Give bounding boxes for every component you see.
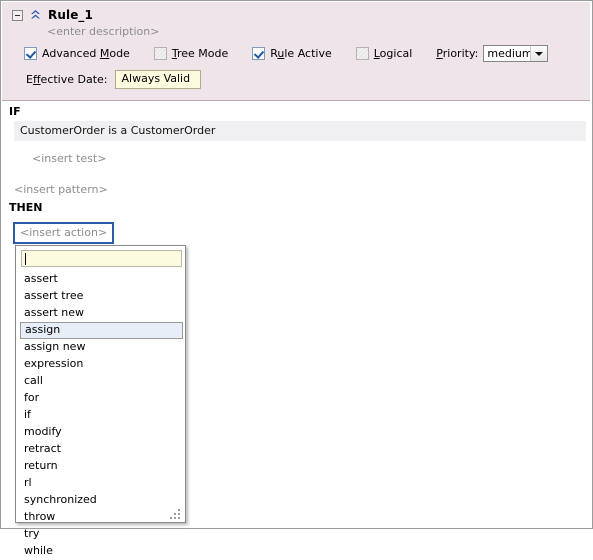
action-option-assert-tree[interactable]: assert tree xyxy=(20,288,183,305)
action-option-return[interactable]: return xyxy=(20,458,183,475)
action-option-assert[interactable]: assert xyxy=(20,271,183,288)
action-search-input[interactable] xyxy=(21,250,182,267)
action-option-retract[interactable]: retract xyxy=(20,441,183,458)
priority-control: Priority: medium xyxy=(436,45,549,62)
pattern-row[interactable]: CustomerOrder is a CustomerOrder xyxy=(14,121,586,141)
action-option-while[interactable]: while xyxy=(20,543,183,560)
rule-title-row: Rule_1 xyxy=(12,8,93,22)
collapse-minus-icon[interactable] xyxy=(12,9,23,21)
advanced-mode-label: Advanced Mode xyxy=(42,47,130,60)
action-option-if[interactable]: if xyxy=(20,407,183,424)
insert-action-field[interactable]: <insert action> xyxy=(13,222,115,244)
effective-date-row: Effective Date: Always Valid xyxy=(26,70,201,89)
action-option-rl[interactable]: rl xyxy=(20,475,183,492)
action-option-assert-new[interactable]: assert new xyxy=(20,305,183,322)
rule-description[interactable]: <enter description> xyxy=(47,25,159,38)
action-option-modify[interactable]: modify xyxy=(20,424,183,441)
action-option-synchronized[interactable]: synchronized xyxy=(20,492,183,509)
checkbox-rule-active[interactable]: Rule Active xyxy=(252,47,332,60)
advanced-mode-checkbox-box[interactable] xyxy=(24,47,37,60)
priority-label: Priority: xyxy=(436,47,479,60)
then-keyword: THEN xyxy=(9,201,43,214)
chevron-down-icon[interactable] xyxy=(530,46,548,61)
insert-test-link[interactable]: <insert test> xyxy=(32,152,106,165)
action-option-assign-new[interactable]: assign new xyxy=(20,339,183,356)
chevron-double-up-icon[interactable] xyxy=(29,9,42,21)
priority-dropdown[interactable]: medium xyxy=(483,45,549,62)
rule-name[interactable]: Rule_1 xyxy=(48,8,93,22)
rule-options-row: Advanced Mode Tree Mode Rule Active Logi… xyxy=(24,45,549,62)
tree-mode-label: Tree Mode xyxy=(171,47,229,60)
action-option-call[interactable]: call xyxy=(20,373,183,390)
rule-active-checkbox-box[interactable] xyxy=(252,47,266,60)
resize-grip-icon[interactable] xyxy=(170,507,182,519)
rule-header-panel: Rule_1 <enter description> Advanced Mode… xyxy=(2,2,590,101)
effective-date-label: Effective Date: xyxy=(26,73,108,86)
action-options-list[interactable]: assert assert tree assert new assign assign … xyxy=(20,271,183,557)
if-keyword: IF xyxy=(9,105,21,118)
logical-label: Logical xyxy=(373,47,413,60)
priority-value: medium xyxy=(487,47,531,60)
insert-pattern-link[interactable]: <insert pattern> xyxy=(14,183,108,196)
action-option-assign[interactable]: assign xyxy=(20,322,183,339)
pattern-text[interactable]: CustomerOrder is a CustomerOrder xyxy=(20,124,215,137)
rule-active-label: Rule Active xyxy=(270,47,332,60)
rule-editor-window: Rule_1 <enter description> Advanced Mode… xyxy=(0,0,593,557)
checkbox-tree-mode[interactable]: Tree Mode xyxy=(153,47,229,60)
checkbox-advanced-mode[interactable]: Advanced Mode xyxy=(24,47,130,60)
tree-mode-checkbox-box[interactable] xyxy=(153,47,167,60)
logical-checkbox-box[interactable] xyxy=(355,47,369,60)
action-option-expression[interactable]: expression xyxy=(20,356,183,373)
effective-date-value[interactable]: Always Valid xyxy=(114,70,201,89)
text-caret xyxy=(25,253,26,265)
action-option-throw[interactable]: throw xyxy=(20,509,183,526)
action-completion-popup: assert assert tree assert new assign assign … xyxy=(15,245,186,557)
checkbox-logical[interactable]: Logical xyxy=(355,47,413,60)
action-option-for[interactable]: for xyxy=(20,390,183,407)
